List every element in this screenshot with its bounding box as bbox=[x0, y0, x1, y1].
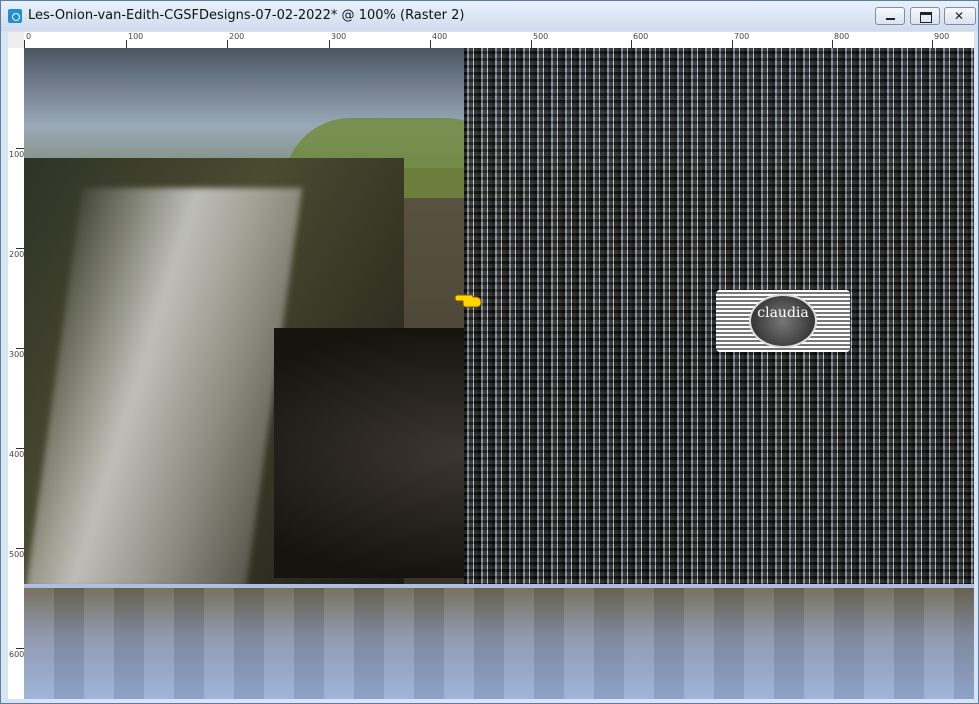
pointing-hand-icon bbox=[454, 294, 482, 308]
maximize-button[interactable] bbox=[910, 7, 940, 25]
close-button[interactable]: ✕ bbox=[944, 7, 976, 25]
ruler-label: 600 bbox=[633, 32, 649, 41]
ruler-label: 500 bbox=[533, 32, 549, 41]
ruler-label: 200 bbox=[9, 250, 25, 259]
close-icon: ✕ bbox=[954, 9, 965, 23]
ruler-label: 300 bbox=[9, 350, 25, 359]
watermark-logo bbox=[749, 294, 817, 348]
vertical-ruler: 100 200 300 400 500 600 bbox=[8, 48, 25, 699]
ruler-label: 0 bbox=[26, 32, 32, 41]
ruler-label: 100 bbox=[9, 150, 25, 159]
minimize-button[interactable] bbox=[875, 7, 905, 25]
ruler-label: 200 bbox=[229, 32, 245, 41]
artwork-canvas[interactable]: claudia bbox=[24, 48, 974, 699]
ruler-label: 400 bbox=[432, 32, 448, 41]
ruler-label: 400 bbox=[9, 450, 25, 459]
ruler-label: 100 bbox=[128, 32, 144, 41]
watermark-text: claudia bbox=[757, 305, 809, 321]
window-title: Les-Onion-van-Edith-CGSFDesigns-07-02-20… bbox=[28, 8, 465, 23]
image-window: Les-Onion-van-Edith-CGSFDesigns-07-02-20… bbox=[0, 0, 979, 704]
claudia-watermark: claudia bbox=[716, 290, 850, 352]
ruler-label: 700 bbox=[734, 32, 750, 41]
ruler-label: 300 bbox=[331, 32, 347, 41]
app-icon[interactable] bbox=[8, 9, 22, 23]
ruler-corner bbox=[8, 32, 24, 48]
horizontal-ruler: 0 100 200 300 400 500 600 700 800 900 bbox=[24, 32, 974, 49]
canvas-area[interactable]: 0 100 200 300 400 500 600 700 800 900 10… bbox=[8, 32, 974, 699]
ruler-label: 600 bbox=[9, 650, 25, 659]
ruler-label: 900 bbox=[934, 32, 950, 41]
floor-tiles bbox=[24, 588, 974, 699]
title-bar[interactable]: Les-Onion-van-Edith-CGSFDesigns-07-02-20… bbox=[1, 1, 978, 31]
ruler-label: 800 bbox=[834, 32, 850, 41]
ruler-label: 500 bbox=[9, 550, 25, 559]
